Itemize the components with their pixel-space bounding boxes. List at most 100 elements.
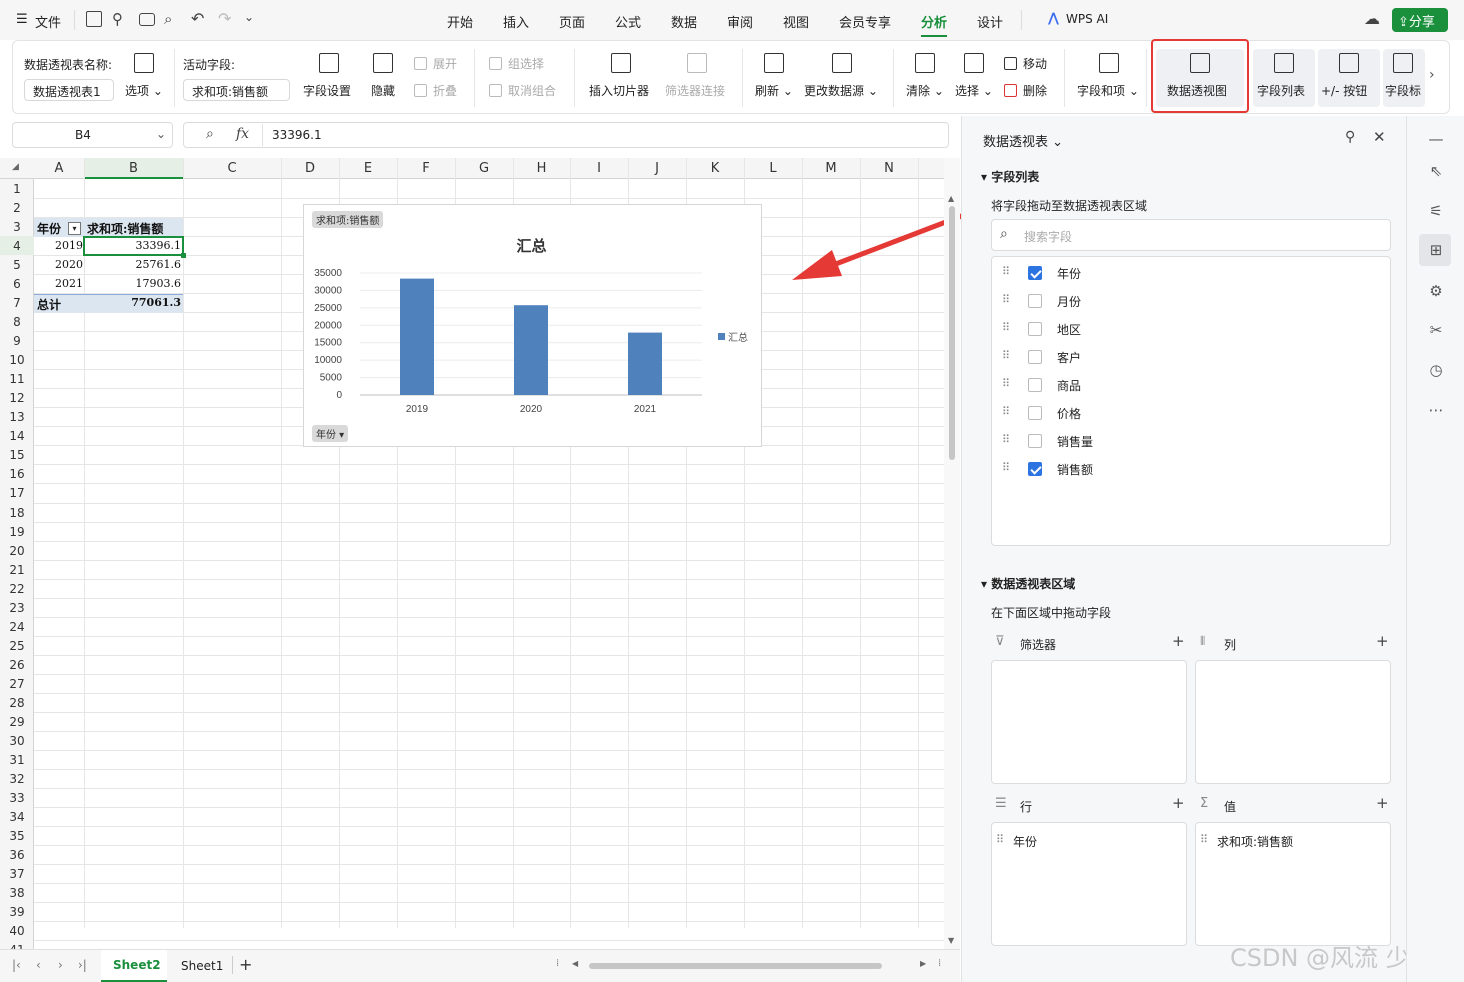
minimize-icon[interactable]: — bbox=[1427, 130, 1445, 148]
zoom-icon[interactable]: ⌕ bbox=[206, 126, 214, 142]
row-header-7[interactable]: 7 bbox=[0, 296, 34, 310]
vertical-scrollbar[interactable]: ▲ ▼ bbox=[944, 158, 960, 949]
change-source-button[interactable]: 更改数据源 ⌄ bbox=[804, 82, 878, 99]
field-list-section[interactable]: ▾ 字段列表 bbox=[981, 168, 1039, 185]
row-header-33[interactable]: 33 bbox=[0, 791, 34, 805]
panel-title[interactable]: 数据透视表 ⌄ bbox=[983, 131, 1063, 150]
field-checkbox[interactable] bbox=[1028, 350, 1042, 364]
name-box[interactable]: B4 ⌄ bbox=[12, 122, 173, 148]
row-header-12[interactable]: 12 bbox=[0, 391, 34, 405]
scroll-up-icon[interactable]: ▲ bbox=[948, 194, 954, 203]
pin-icon[interactable]: ⚲ bbox=[1345, 129, 1355, 145]
row-header-38[interactable]: 38 bbox=[0, 886, 34, 900]
column-header-c[interactable]: C bbox=[183, 161, 281, 176]
row-header-4[interactable]: 4 bbox=[0, 239, 34, 253]
field-checkbox[interactable] bbox=[1028, 294, 1042, 308]
column-header-j[interactable]: J bbox=[628, 161, 686, 176]
field-item[interactable]: ⠿ 销售量 bbox=[1002, 431, 1382, 451]
menu-icon[interactable]: ☰ bbox=[16, 12, 28, 27]
row-header-9[interactable]: 9 bbox=[0, 334, 34, 348]
scroll-left-icon[interactable]: ◀ bbox=[572, 959, 578, 968]
collapse-button[interactable]: 折叠 bbox=[433, 82, 457, 99]
expand-button[interactable]: 展开 bbox=[433, 55, 457, 72]
field-list-button[interactable]: 字段列表 bbox=[1253, 49, 1315, 107]
add-sheet-icon[interactable]: + bbox=[239, 955, 252, 974]
tab-page[interactable]: 页面 bbox=[559, 12, 585, 31]
chart-bar[interactable] bbox=[514, 305, 548, 395]
field-checkbox[interactable] bbox=[1028, 266, 1042, 280]
row-header-15[interactable]: 15 bbox=[0, 448, 34, 462]
row-header-28[interactable]: 28 bbox=[0, 696, 34, 710]
prev-sheet-icon[interactable]: ‹ bbox=[36, 958, 41, 972]
row-header-17[interactable]: 17 bbox=[0, 486, 34, 500]
row-header-5[interactable]: 5 bbox=[0, 258, 34, 272]
row-header-6[interactable]: 6 bbox=[0, 277, 34, 291]
add-column-icon[interactable]: + bbox=[1376, 632, 1389, 650]
group-select-button[interactable]: 组选择 bbox=[508, 55, 544, 72]
fill-handle[interactable] bbox=[181, 253, 186, 258]
row-header-30[interactable]: 30 bbox=[0, 734, 34, 748]
drag-handle-icon[interactable]: ⠿ bbox=[1002, 265, 1010, 278]
row-field-item[interactable]: 年份 bbox=[1013, 833, 1037, 850]
hide-button[interactable]: 隐藏 bbox=[371, 82, 395, 99]
column-header-f[interactable]: F bbox=[397, 161, 455, 176]
filter-connection-button[interactable]: 筛选器连接 bbox=[665, 82, 725, 99]
chart-axis-button[interactable]: 年份 ▾ bbox=[312, 425, 349, 442]
row-header-34[interactable]: 34 bbox=[0, 810, 34, 824]
row-header-10[interactable]: 10 bbox=[0, 353, 34, 367]
row-header-26[interactable]: 26 bbox=[0, 658, 34, 672]
row-header-36[interactable]: 36 bbox=[0, 848, 34, 862]
drag-handle-icon[interactable]: ⠿ bbox=[1002, 321, 1010, 334]
pivot-value-cell[interactable]: 17903.6 bbox=[84, 277, 182, 290]
row-header-39[interactable]: 39 bbox=[0, 905, 34, 919]
column-header-a[interactable]: A bbox=[34, 161, 84, 176]
field-item[interactable]: ⠿ 年份 bbox=[1002, 263, 1382, 283]
tab-home[interactable]: 开始 bbox=[447, 12, 473, 31]
column-header-g[interactable]: G bbox=[455, 161, 513, 176]
value-drop-zone[interactable]: ⠿ 求和项:销售额 bbox=[1195, 822, 1391, 946]
drag-handle-icon[interactable]: ⠿ bbox=[1002, 293, 1010, 306]
select-all-icon[interactable]: ◢ bbox=[12, 162, 19, 172]
last-sheet-icon[interactable]: ›| bbox=[78, 958, 87, 972]
select-button[interactable]: 选择 ⌄ bbox=[955, 82, 993, 99]
cloud-upload-icon[interactable]: ☁ bbox=[1364, 9, 1380, 28]
chart-bar[interactable] bbox=[628, 332, 662, 395]
pivot-year-cell[interactable]: 2021 bbox=[55, 277, 83, 290]
row-drop-zone[interactable]: ⠿ 年份 bbox=[991, 822, 1187, 946]
sheet-tab-sheet1[interactable]: Sheet1 bbox=[181, 959, 223, 973]
print-preview-icon[interactable]: ⌕ bbox=[164, 10, 172, 28]
field-checkbox[interactable] bbox=[1028, 462, 1042, 476]
chevron-down-icon[interactable]: ⌄ bbox=[244, 10, 254, 24]
field-item[interactable]: ⠿ 商品 bbox=[1002, 375, 1382, 395]
format-painter-icon[interactable]: ⚲ bbox=[112, 10, 123, 28]
column-drop-zone[interactable] bbox=[1195, 660, 1391, 784]
row-header-8[interactable]: 8 bbox=[0, 315, 34, 329]
close-icon[interactable]: ✕ bbox=[1373, 128, 1386, 146]
field-item[interactable]: ⠿ 月份 bbox=[1002, 291, 1382, 311]
row-header-35[interactable]: 35 bbox=[0, 829, 34, 843]
tab-review[interactable]: 审阅 bbox=[727, 12, 753, 31]
tools-icon[interactable]: ✂ bbox=[1427, 321, 1445, 339]
drag-handle-icon[interactable]: ⠿ bbox=[1002, 433, 1010, 446]
more-icon[interactable]: ⋯ bbox=[1427, 401, 1445, 419]
first-sheet-icon[interactable]: |‹ bbox=[12, 958, 21, 972]
fx-icon[interactable]: fx bbox=[236, 126, 249, 142]
field-item[interactable]: ⠿ 地区 bbox=[1002, 319, 1382, 339]
field-item[interactable]: ⠿ 客户 bbox=[1002, 347, 1382, 367]
chart-style-icon[interactable]: ⚙ bbox=[1427, 282, 1445, 300]
field-item[interactable]: ⠿ 价格 bbox=[1002, 403, 1382, 423]
column-header-b[interactable]: B bbox=[84, 161, 183, 176]
column-header-h[interactable]: H bbox=[513, 161, 570, 176]
field-item[interactable]: ⠿ 销售额 bbox=[1002, 459, 1382, 479]
row-header-20[interactable]: 20 bbox=[0, 544, 34, 558]
pivot-chart[interactable]: 求和项:销售额 汇总 35000 30000 25000 20000 15000 1000… bbox=[303, 204, 762, 447]
formula-input[interactable]: 33396.1 bbox=[272, 128, 322, 142]
insert-slicer-button[interactable]: 插入切片器 bbox=[589, 82, 649, 99]
field-header-button[interactable]: 字段标 bbox=[1383, 49, 1425, 107]
pivot-value-cell[interactable]: 25761.6 bbox=[84, 258, 182, 271]
active-cell-b4[interactable] bbox=[83, 236, 184, 256]
tab-design[interactable]: 设计 bbox=[977, 12, 1003, 31]
drag-handle-icon[interactable]: ⠿ bbox=[1002, 461, 1010, 474]
tab-view[interactable]: 视图 bbox=[783, 12, 809, 31]
field-checkbox[interactable] bbox=[1028, 434, 1042, 448]
